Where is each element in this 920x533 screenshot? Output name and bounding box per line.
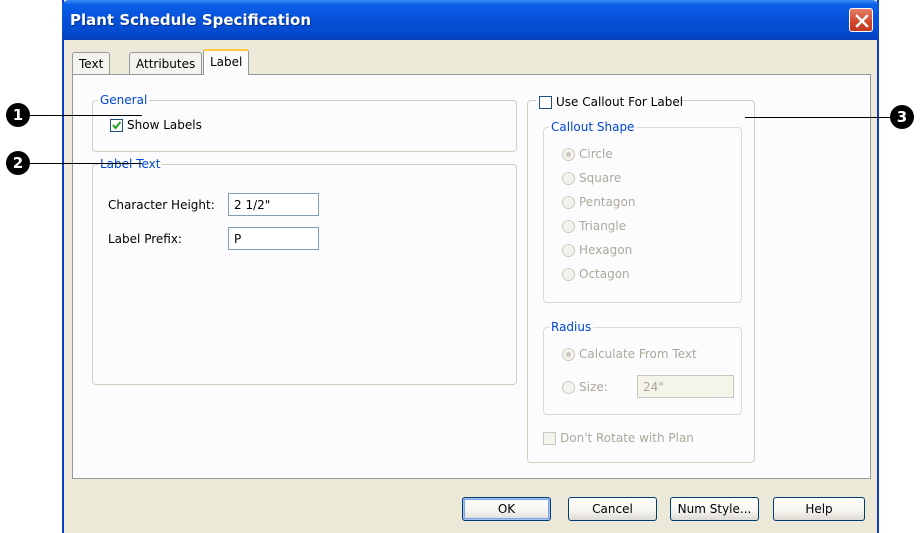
annotation-2-marker: 2: [6, 151, 30, 175]
radio-octagon-label: Octagon: [579, 267, 630, 281]
dont-rotate-checkbox[interactable]: [543, 432, 556, 445]
annotation-1-leader: [24, 115, 142, 116]
tab-attributes-label: Attributes: [136, 57, 196, 71]
close-icon: [855, 14, 869, 28]
calculate-from-text-label: Calculate From Text: [579, 347, 697, 361]
tab-attributes[interactable]: Attributes: [129, 52, 203, 74]
radius-group: Radius: [543, 320, 742, 415]
radio-pentagon[interactable]: [562, 196, 575, 209]
general-legend: General: [100, 93, 148, 107]
radio-pentagon-label: Pentagon: [579, 195, 636, 209]
close-button[interactable]: [849, 8, 873, 32]
tab-label[interactable]: Label: [203, 49, 250, 75]
checkmark-icon: [112, 121, 122, 130]
annotation-2-leader: [24, 163, 142, 164]
radius-legend: Radius: [551, 320, 592, 334]
label-prefix-label: Label Prefix:: [108, 232, 182, 246]
size-input[interactable]: [637, 375, 734, 398]
radio-hexagon-label: Hexagon: [579, 243, 633, 257]
use-callout-checkbox[interactable]: [539, 96, 552, 109]
label-prefix-input[interactable]: [228, 227, 319, 250]
radio-triangle[interactable]: [562, 220, 575, 233]
callout-shape-legend: Callout Shape: [551, 120, 635, 134]
help-button[interactable]: Help: [773, 497, 865, 521]
size-label: Size:: [579, 380, 608, 394]
show-labels-label: Show Labels: [127, 118, 202, 132]
num-style-button[interactable]: Num Style...: [670, 497, 759, 521]
show-labels-checkbox[interactable]: [110, 119, 123, 132]
character-height-input[interactable]: [228, 193, 319, 216]
radio-octagon[interactable]: [562, 268, 575, 281]
ok-button[interactable]: OK: [462, 497, 551, 521]
radio-circle-label: Circle: [579, 147, 613, 161]
window-title: Plant Schedule Specification: [70, 11, 312, 29]
radio-square[interactable]: [562, 172, 575, 185]
dialog-window: Plant Schedule Specification Text Attrib…: [62, 0, 879, 533]
radio-circle[interactable]: [562, 148, 575, 161]
radio-calculate-from-text[interactable]: [562, 348, 575, 361]
cancel-button[interactable]: Cancel: [568, 497, 657, 521]
dont-rotate-label: Don't Rotate with Plan: [560, 431, 694, 445]
radio-triangle-label: Triangle: [579, 219, 627, 233]
radio-square-label: Square: [579, 171, 622, 185]
radio-selected-dot: [566, 152, 571, 157]
radio-selected-dot: [566, 352, 571, 357]
tab-label-label: Label: [210, 55, 243, 69]
radio-size[interactable]: [562, 381, 575, 394]
title-bar[interactable]: Plant Schedule Specification: [62, 0, 879, 40]
annotation-3-marker: 3: [890, 105, 914, 129]
character-height-label: Character Height:: [108, 198, 215, 212]
tab-text-label: Text: [79, 57, 104, 71]
use-callout-label: Use Callout For Label: [556, 95, 684, 109]
annotation-1-marker: 1: [6, 103, 30, 127]
label-text-legend: Label Text: [100, 157, 161, 171]
tab-panel: General Show Labels Label Text Character…: [72, 74, 871, 479]
annotation-3-leader: [745, 117, 893, 118]
radio-hexagon[interactable]: [562, 244, 575, 257]
tab-text[interactable]: Text: [72, 52, 111, 74]
label-text-group: Label Text: [92, 157, 517, 385]
